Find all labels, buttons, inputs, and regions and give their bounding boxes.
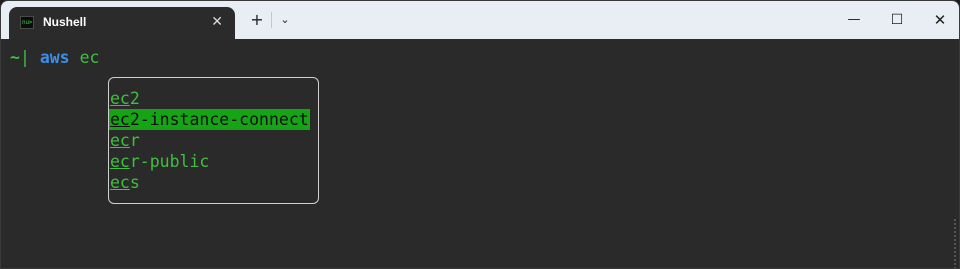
completion-rest: 2 — [129, 89, 140, 108]
tab-title: Nushell — [43, 15, 87, 29]
completion-item[interactable]: ecr-public — [109, 151, 310, 172]
completion-list: ec2 ec2-instance-connect ecr ecr-public ecs — [109, 88, 310, 193]
nushell-icon: nu> — [20, 16, 34, 29]
new-tab-button[interactable]: + — [248, 10, 266, 30]
completion-item[interactable]: ecs — [109, 172, 310, 193]
maximize-button[interactable]: ☐ — [887, 10, 907, 30]
completion-menu: ec2 ec2-instance-connect ecr ecr-public ecs — [108, 77, 319, 204]
completion-rest: s — [129, 173, 140, 192]
completion-match: ec — [110, 110, 130, 129]
tab-close-icon[interactable]: ✕ — [211, 14, 223, 30]
prompt-separator: | — [19, 48, 30, 67]
command-text: aws — [39, 48, 70, 67]
tab-dropdown-button[interactable]: ⌄ — [277, 10, 293, 30]
completion-match: ec — [110, 89, 130, 108]
completion-match: ec — [110, 152, 130, 171]
scrollbar[interactable] — [954, 219, 956, 268]
terminal-content[interactable]: ~| aws ec ec2 ec2-instance-connect ecr ecr-… — [1, 39, 959, 268]
completion-item[interactable]: ec2 — [109, 88, 310, 109]
completion-rest: r — [129, 131, 140, 150]
terminal-window: nu> Nushell ✕ + ⌄ — ☐ ✕ ~| aws ec ec2 ec2… — [0, 0, 960, 269]
completion-item-selected[interactable]: ec2-instance-connect — [109, 109, 310, 130]
prompt-tilde: ~ — [10, 48, 20, 67]
completion-rest: 2-instance-connect — [129, 110, 309, 129]
argument-text: ec — [79, 48, 100, 67]
completion-item[interactable]: ecr — [109, 130, 310, 151]
completion-match: ec — [110, 131, 130, 150]
toolbar-divider — [271, 12, 272, 28]
completion-match: ec — [110, 173, 130, 192]
tab-nushell[interactable]: nu> Nushell ✕ — [9, 7, 235, 39]
close-window-button[interactable]: ✕ — [930, 10, 950, 30]
minimize-button[interactable]: — — [844, 10, 864, 30]
completion-rest: r-public — [129, 152, 210, 171]
command-line[interactable]: ~| aws ec — [10, 48, 99, 68]
title-bar[interactable]: nu> Nushell ✕ + ⌄ — ☐ ✕ — [1, 1, 959, 39]
